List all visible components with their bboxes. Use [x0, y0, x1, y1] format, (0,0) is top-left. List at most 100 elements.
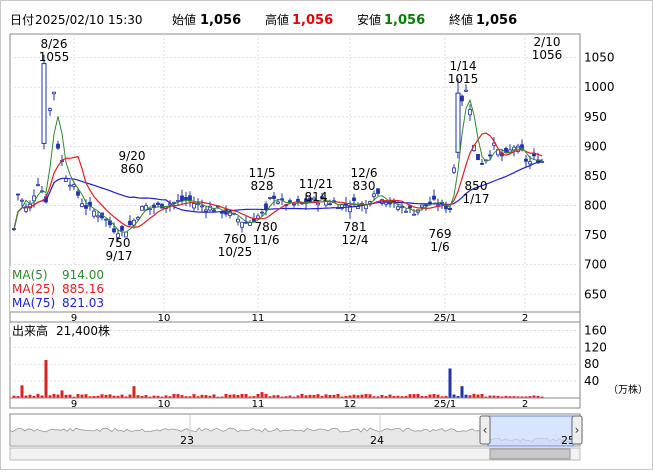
volume-bar: [100, 394, 104, 398]
annotation-line1: 11/5: [249, 166, 276, 180]
volume-bar: [172, 393, 176, 398]
annotation-line2: 1055: [39, 50, 70, 64]
volume-bar: [20, 385, 24, 398]
candle-body: [460, 95, 464, 102]
date-label: 日付: [10, 13, 34, 27]
candle-body-spike: [455, 92, 461, 153]
volume-bar: [364, 394, 368, 398]
annotation-line1: 850: [465, 179, 488, 193]
annotation-line2: 12/4: [342, 233, 369, 247]
candle-body: [120, 226, 124, 231]
range-navigator[interactable]: 23 24 25 ‹ ›: [9, 413, 583, 447]
candle-body: [276, 201, 280, 204]
price-y-tick: 750: [584, 228, 607, 242]
candle-body: [384, 201, 388, 205]
candle-body: [476, 153, 480, 161]
volume-x-tick: 12: [344, 399, 357, 410]
candle-body: [80, 203, 84, 207]
candle-body: [352, 197, 356, 201]
price-y-tick: 700: [584, 258, 607, 272]
ma25-label: MA(25): [12, 282, 55, 296]
candle-body: [96, 215, 100, 218]
candle-body: [56, 143, 60, 149]
volume-bar: [480, 394, 484, 398]
volume-bar: [260, 392, 264, 398]
annotation-line2: 860: [121, 162, 144, 176]
volume-x-axis: 9 10 11 12 25/1 2: [9, 397, 581, 410]
candle-body: [204, 209, 208, 212]
ma5-label: MA(5): [12, 268, 48, 282]
volume-bar: [36, 393, 40, 398]
left-handle-icon[interactable]: ‹: [483, 423, 488, 437]
annotation-line1: 780: [255, 220, 278, 234]
volume-bar: [368, 394, 372, 398]
annotation-line2: 830: [353, 179, 376, 193]
volume-x-tick: 11: [252, 399, 265, 410]
volume-bar: [452, 394, 456, 398]
candle-body: [452, 167, 456, 173]
candle-body: [448, 207, 452, 210]
volume-bar: [360, 394, 364, 398]
close-value: 1,056: [476, 13, 517, 28]
candle-body: [480, 162, 484, 165]
candle-body: [396, 206, 400, 210]
annotation-line1: 769: [429, 227, 452, 241]
low-value: 1,056: [384, 13, 425, 28]
candle-body: [420, 204, 424, 208]
candle-body: [48, 108, 52, 111]
volume-bar: [472, 393, 476, 398]
candle-body: [36, 184, 40, 186]
candle-body: [260, 211, 264, 214]
volume-y-tick: 120: [584, 340, 607, 354]
volume-bar: [84, 394, 88, 398]
volume-y-tick: 40: [584, 374, 599, 388]
volume-bar: [212, 394, 216, 398]
volume-bar: [432, 394, 436, 398]
annotation-line2: 814: [305, 190, 328, 204]
candle-body: [528, 161, 532, 165]
horizontal-scrollbar[interactable]: [9, 447, 581, 461]
candle-body: [196, 203, 200, 206]
volume-bar: [264, 393, 268, 398]
candle-body: [488, 154, 492, 157]
candle-body: [52, 91, 56, 95]
navigator-label-24: 24: [370, 434, 384, 447]
volume-panel: 160 120 80 40 出来高 21,400株 （万株）: [9, 321, 648, 399]
ma25-value: 885.16: [62, 282, 104, 296]
candle-body: [112, 228, 116, 233]
stock-chart-canvas: 日付 2025/02/10 15:30 始値 1,056 高値 1,056 安値…: [0, 0, 653, 470]
candle-body: [404, 210, 408, 213]
navigator-right-handle[interactable]: ›: [571, 415, 583, 445]
volume-bar: [448, 368, 452, 398]
candle-body: [16, 193, 20, 196]
volume-bar: [476, 394, 480, 398]
candle-body: [244, 221, 248, 224]
volume-bar: [60, 390, 64, 398]
volume-bar: [336, 393, 340, 398]
candle-body: [268, 197, 272, 199]
low-label: 安値: [357, 12, 381, 27]
candle-body: [256, 215, 260, 219]
scrollbar-thumb[interactable]: [489, 448, 571, 460]
candle-body: [432, 195, 436, 200]
candle-body: [468, 109, 472, 116]
volume-unit: （万株）: [608, 383, 648, 396]
annotation-line2: 1015: [448, 72, 479, 86]
annotation-line1: 781: [344, 220, 367, 234]
candle-body: [92, 210, 96, 217]
candle-body: [412, 213, 416, 216]
close-label: 終値: [449, 12, 473, 27]
volume-bar: [56, 394, 60, 398]
right-handle-icon[interactable]: ›: [575, 423, 580, 437]
annotation-line1: 760: [224, 232, 247, 246]
navigator-left-handle[interactable]: ‹: [479, 415, 491, 445]
candle-body: [128, 220, 132, 226]
candle-body: [184, 197, 188, 201]
price-panel: 1050 1000 950 900 850 800 750 700 650 8/261055 9/…: [9, 33, 615, 313]
volume-bar: [76, 394, 80, 398]
annotation-line2: 828: [251, 179, 274, 193]
volume-bar: [176, 394, 180, 398]
volume-bar: [460, 386, 464, 398]
candle-body: [376, 188, 380, 194]
candle-body: [236, 218, 240, 223]
